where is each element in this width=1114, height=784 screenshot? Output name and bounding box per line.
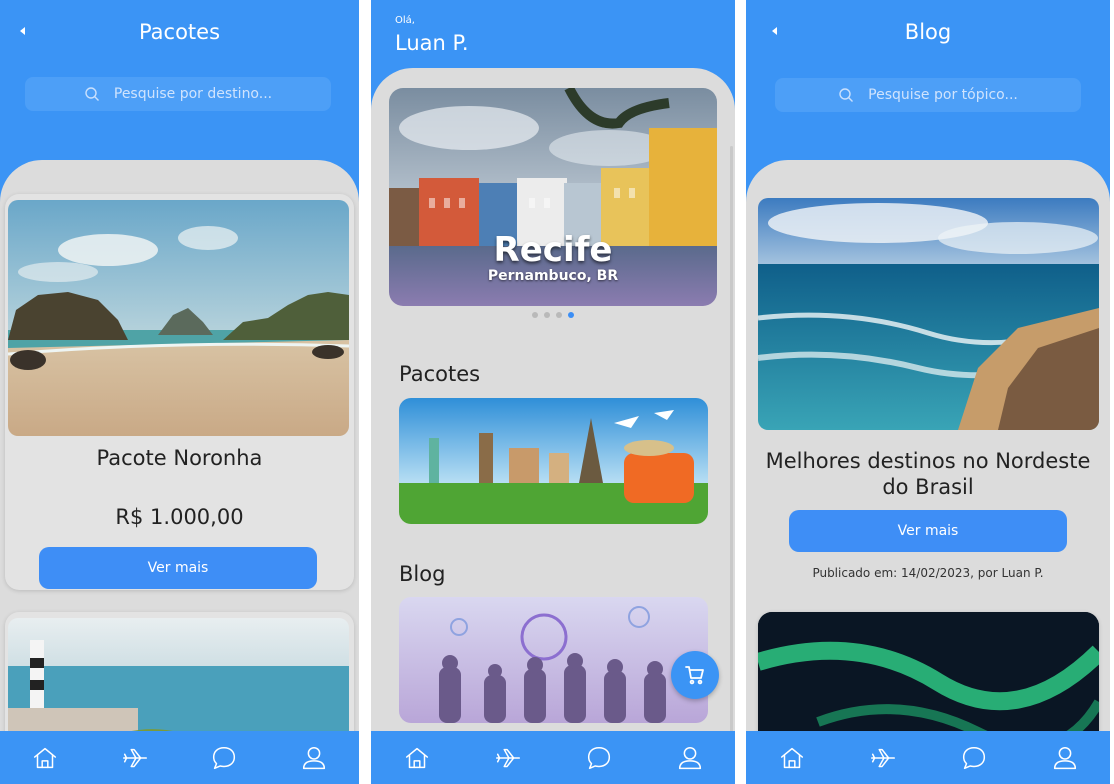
blog-banner[interactable] bbox=[399, 597, 708, 723]
carousel-slide[interactable]: Recife Pernambuco, BR bbox=[389, 88, 717, 306]
content-sheet: Recife Pernambuco, BR Pacotes Blog bbox=[371, 68, 735, 748]
packages-screen: Pacotes Pesquise por destino... Pacote N… bbox=[0, 0, 359, 784]
chat-icon[interactable] bbox=[958, 742, 990, 774]
cart-icon bbox=[685, 666, 704, 685]
bottom-nav bbox=[371, 731, 735, 784]
section-title-blog: Blog bbox=[399, 562, 446, 586]
scrollbar[interactable] bbox=[730, 146, 733, 748]
chat-icon[interactable] bbox=[583, 742, 615, 774]
blog-post-card: Melhores destinos no Nordeste do Brasil … bbox=[750, 190, 1106, 596]
flights-icon[interactable] bbox=[492, 742, 524, 774]
search-icon bbox=[839, 88, 854, 102]
profile-icon[interactable] bbox=[674, 742, 706, 774]
blog-post-meta: Publicado em: 14/02/2023, por Luan P. bbox=[812, 566, 1044, 580]
home-icon[interactable] bbox=[29, 742, 61, 774]
carousel-dots bbox=[371, 312, 735, 318]
search-icon bbox=[85, 87, 99, 101]
home-screen: Olá, Luan P. Recife Pernambuco, BR Pacot… bbox=[371, 0, 735, 784]
chat-icon[interactable] bbox=[208, 742, 240, 774]
carousel-region: Pernambuco, BR bbox=[487, 268, 619, 284]
page-title: Pacotes bbox=[138, 20, 221, 44]
carousel-dot[interactable] bbox=[532, 312, 538, 318]
home-icon[interactable] bbox=[401, 742, 433, 774]
packages-banner[interactable] bbox=[399, 398, 708, 524]
home-icon[interactable] bbox=[776, 742, 808, 774]
carousel-city: Recife bbox=[493, 230, 613, 270]
search-placeholder: Pesquise por destino... bbox=[113, 86, 273, 102]
carousel-dot[interactable] bbox=[544, 312, 550, 318]
package-card: Pacote Noronha R$ 1.000,00 Ver mais bbox=[5, 194, 354, 590]
see-more-button[interactable]: Ver mais bbox=[789, 510, 1067, 552]
flights-icon[interactable] bbox=[119, 742, 151, 774]
search-input[interactable]: Pesquise por destino... bbox=[25, 77, 331, 111]
bottom-nav bbox=[746, 731, 1110, 784]
bottom-nav bbox=[0, 731, 359, 784]
search-placeholder: Pesquise por tópico... bbox=[868, 87, 1018, 103]
noronha-beach-photo bbox=[8, 200, 349, 436]
page-title: Blog bbox=[904, 20, 952, 44]
content-sheet: Melhores destinos no Nordeste do Brasil … bbox=[746, 160, 1110, 760]
carousel-dot[interactable] bbox=[556, 312, 562, 318]
package-price: R$ 1.000,00 bbox=[115, 505, 244, 529]
carousel-dot[interactable] bbox=[568, 312, 574, 318]
section-title-packages: Pacotes bbox=[399, 362, 481, 386]
greeting: Olá, bbox=[395, 15, 415, 26]
content-sheet: Pacote Noronha R$ 1.000,00 Ver mais bbox=[0, 160, 359, 760]
blog-screen: Blog Pesquise por tópico... Melhores des… bbox=[746, 0, 1110, 784]
blog-post-title: Melhores destinos no Nordeste do Brasil bbox=[765, 449, 1091, 499]
search-input[interactable]: Pesquise por tópico... bbox=[775, 78, 1081, 112]
profile-icon[interactable] bbox=[1049, 742, 1081, 774]
see-more-button[interactable]: Ver mais bbox=[39, 547, 317, 589]
cart-button[interactable] bbox=[671, 651, 719, 699]
flights-icon[interactable] bbox=[867, 742, 899, 774]
profile-icon[interactable] bbox=[298, 742, 330, 774]
blog-post-photo bbox=[758, 198, 1099, 430]
user-name: Luan P. bbox=[395, 31, 469, 55]
package-name: Pacote Noronha bbox=[96, 446, 263, 470]
